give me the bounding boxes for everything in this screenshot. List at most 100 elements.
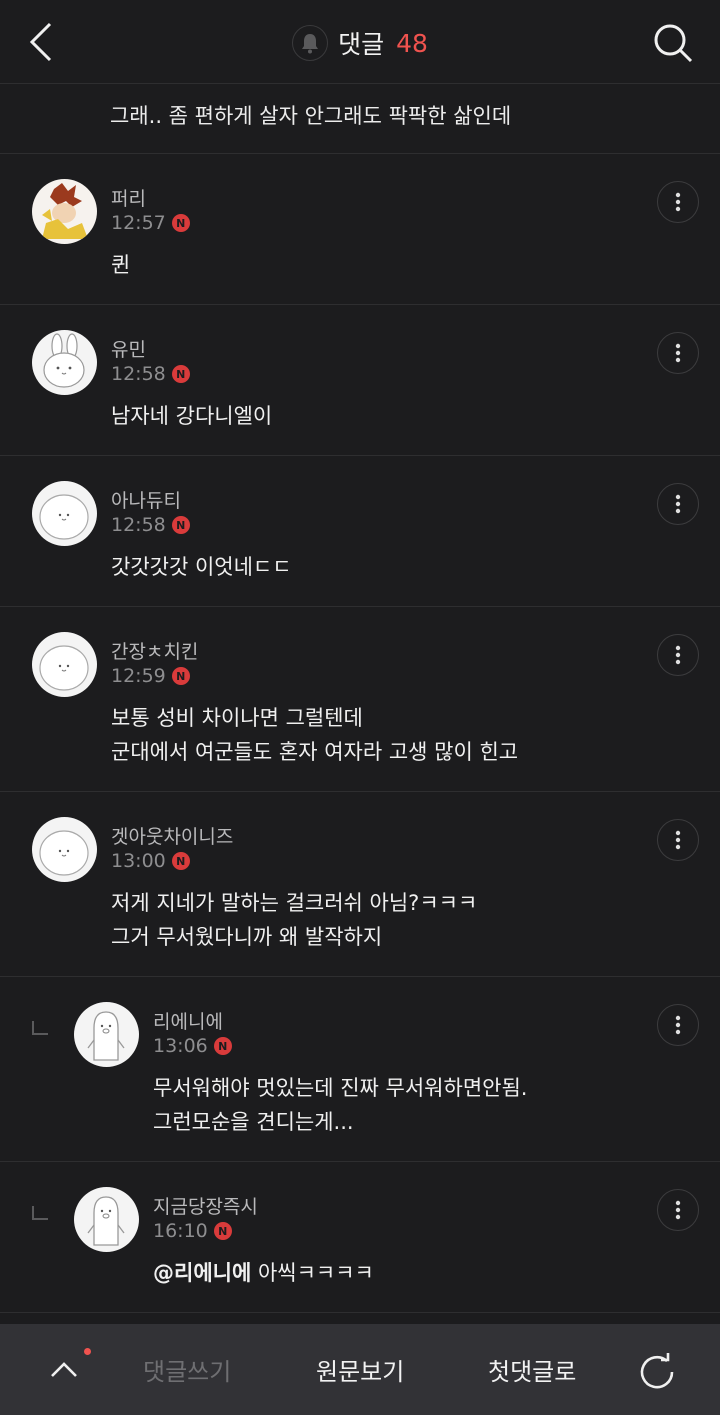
comment-author[interactable]: 지금당장즉시 bbox=[153, 1192, 258, 1219]
more-icon bbox=[675, 1200, 681, 1220]
comment-line: 남자네 강다니엘이 bbox=[111, 404, 273, 428]
comment-body: 갓갓갓갓 이엇네ㄷㄷ bbox=[111, 550, 292, 584]
new-badge-icon: N bbox=[213, 1037, 232, 1055]
more-icon bbox=[675, 1015, 681, 1035]
comment-item: 겟아웃차이니즈 13:00 N 저게 지네가 말하는 걸크러쉬 아님?ㅋㅋㅋ 그… bbox=[0, 792, 720, 977]
more-icon bbox=[675, 192, 681, 212]
comment-line: 갓갓갓갓 이엇네ㄷㄷ bbox=[111, 555, 292, 579]
comment-line: 그런모순을 견디는게... bbox=[153, 1110, 354, 1134]
avatar-blob-icon bbox=[39, 645, 89, 691]
avatar[interactable] bbox=[32, 817, 97, 882]
comment-line: 보통 성비 차이나면 그럴텐데 bbox=[111, 706, 363, 730]
bottom-action-bar: 댓글쓰기 원문보기 첫댓글로 bbox=[0, 1324, 720, 1415]
comment-count: 48 bbox=[396, 28, 428, 58]
reply-comment-item: 리에니에 13:06 N 무서워해야 멋있는데 진짜 무서워하면안됨. 그런모순… bbox=[0, 977, 720, 1162]
comment-author[interactable]: 겟아웃차이니즈 bbox=[111, 822, 233, 849]
comment-time: 13:06 bbox=[153, 1035, 208, 1057]
notification-bell-button[interactable] bbox=[292, 25, 329, 61]
comment-meta: 16:10 N bbox=[153, 1220, 232, 1242]
avatar[interactable] bbox=[32, 481, 97, 546]
avatar-bunny-icon bbox=[43, 333, 85, 388]
avatar-blob-icon bbox=[39, 830, 89, 876]
comment-meta: 13:00 N bbox=[111, 850, 190, 872]
chevron-up-icon bbox=[51, 1362, 77, 1377]
comment-line: 퀸 bbox=[111, 253, 131, 277]
comment-time: 12:57 bbox=[111, 212, 166, 234]
refresh-button[interactable] bbox=[637, 1352, 677, 1392]
more-options-button[interactable] bbox=[657, 181, 699, 223]
mention-link[interactable]: @리에니에 bbox=[153, 1261, 251, 1285]
new-badge-icon: N bbox=[171, 516, 190, 534]
header-title-group: 댓글 48 bbox=[0, 24, 720, 62]
avatar[interactable] bbox=[74, 1187, 139, 1252]
comment-author[interactable]: 아나듀티 bbox=[111, 486, 181, 513]
comment-author[interactable]: 퍼리 bbox=[111, 184, 146, 211]
avatar[interactable] bbox=[32, 330, 97, 395]
avatar[interactable] bbox=[74, 1002, 139, 1067]
new-badge-icon: N bbox=[171, 365, 190, 383]
comment-body: 무서워해야 멋있는데 진짜 무서워하면안됨. 그런모순을 견디는게... bbox=[153, 1071, 527, 1139]
new-badge-icon: N bbox=[171, 214, 190, 232]
comment-item: 퍼리 12:57 N 퀸 bbox=[0, 154, 720, 305]
comment-body: 남자네 강다니엘이 bbox=[111, 399, 272, 433]
top-header: 댓글 48 bbox=[0, 0, 720, 84]
new-badge-icon: N bbox=[171, 852, 190, 870]
comment-body: @리에니에 아씩ㅋㅋㅋㅋ bbox=[153, 1256, 374, 1290]
more-options-button[interactable] bbox=[657, 634, 699, 676]
comment-line: 무서워해야 멋있는데 진짜 무서워하면안됨. bbox=[153, 1076, 528, 1100]
more-icon bbox=[675, 830, 681, 850]
search-icon bbox=[654, 24, 693, 63]
scroll-top-button[interactable] bbox=[46, 1352, 82, 1388]
notification-dot bbox=[84, 1348, 91, 1355]
write-comment-button[interactable]: 댓글쓰기 bbox=[143, 1352, 231, 1387]
reply-arrow-icon bbox=[32, 1021, 48, 1035]
view-original-button[interactable]: 원문보기 bbox=[316, 1352, 404, 1387]
comment-author[interactable]: 리에니에 bbox=[153, 1007, 223, 1034]
reply-comment-item: 지금당장즉시 16:10 N @리에니에 아씩ㅋㅋㅋㅋ bbox=[0, 1162, 720, 1313]
avatar-penguin-icon bbox=[87, 1196, 125, 1246]
more-options-button[interactable] bbox=[657, 819, 699, 861]
comment-author[interactable]: 유민 bbox=[111, 335, 146, 362]
avatar-character-icon bbox=[42, 183, 88, 239]
new-badge-icon: N bbox=[213, 1222, 232, 1240]
avatar[interactable] bbox=[32, 179, 97, 244]
comment-meta: 13:06 N bbox=[153, 1035, 232, 1057]
comment-time: 13:00 bbox=[111, 850, 166, 872]
comment-line: 저게 지네가 말하는 걸크러쉬 아님?ㅋㅋㅋ bbox=[111, 891, 478, 915]
more-options-button[interactable] bbox=[657, 332, 699, 374]
comment-line: 아씩ㅋㅋㅋㅋ bbox=[251, 1261, 374, 1285]
more-icon bbox=[675, 343, 681, 363]
comment-item: 유민 12:58 N 남자네 강다니엘이 bbox=[0, 305, 720, 456]
comment-line: 그거 무서웠다니까 왜 발작하지 bbox=[111, 925, 383, 949]
comment-list: 그래.. 좀 편하게 살자 안그래도 팍팍한 삶인데 퍼리 12:57 N 퀸 bbox=[0, 84, 720, 1313]
comment-time: 12:58 bbox=[111, 514, 166, 536]
refresh-icon bbox=[640, 1353, 674, 1389]
avatar-penguin-icon bbox=[87, 1011, 125, 1061]
comment-meta: 12:58 N bbox=[111, 514, 190, 536]
more-icon bbox=[675, 494, 681, 514]
comment-author[interactable]: 간장ㅊ치킨 bbox=[111, 637, 198, 664]
more-icon bbox=[675, 645, 681, 665]
page-title: 댓글 bbox=[338, 30, 385, 59]
comment-item: 아나듀티 12:58 N 갓갓갓갓 이엇네ㄷㄷ bbox=[0, 456, 720, 607]
reply-arrow-icon bbox=[32, 1206, 48, 1220]
more-options-button[interactable] bbox=[657, 1189, 699, 1231]
new-badge-icon: N bbox=[171, 667, 190, 685]
comment-meta: 12:59 N bbox=[111, 665, 190, 687]
comment-time: 16:10 bbox=[153, 1220, 208, 1242]
comment-body: 그래.. 좀 편하게 살자 안그래도 팍팍한 삶인데 bbox=[110, 104, 512, 128]
comment-body: 보통 성비 차이나면 그럴텐데 군대에서 여군들도 혼자 여자라 고생 많이 힌… bbox=[111, 701, 518, 769]
avatar[interactable] bbox=[32, 632, 97, 697]
search-button[interactable] bbox=[650, 18, 700, 68]
comment-item: 간장ㅊ치킨 12:59 N 보통 성비 차이나면 그럴텐데 군대에서 여군들도 … bbox=[0, 607, 720, 792]
comment-time: 12:59 bbox=[111, 665, 166, 687]
more-options-button[interactable] bbox=[657, 1004, 699, 1046]
comment-body: 저게 지네가 말하는 걸크러쉬 아님?ㅋㅋㅋ 그거 무서웠다니까 왜 발작하지 bbox=[111, 886, 477, 954]
more-options-button[interactable] bbox=[657, 483, 699, 525]
comment-body: 퀸 bbox=[111, 248, 130, 282]
bell-icon bbox=[302, 34, 319, 54]
first-comment-button[interactable]: 첫댓글로 bbox=[488, 1352, 576, 1387]
comment-time: 12:58 bbox=[111, 363, 166, 385]
comment-meta: 12:57 N bbox=[111, 212, 190, 234]
comment-meta: 12:58 N bbox=[111, 363, 190, 385]
